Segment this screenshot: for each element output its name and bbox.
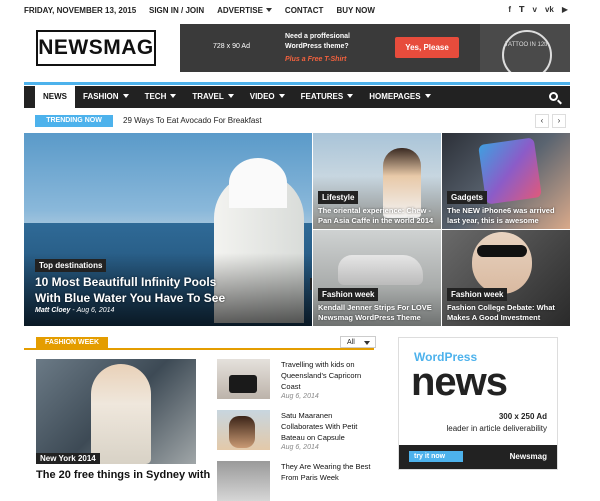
ad-news-text: news <box>411 360 508 404</box>
twitter-icon[interactable]: 𝗧 <box>519 5 524 14</box>
phone-image <box>478 137 542 205</box>
search-icon[interactable] <box>549 92 558 101</box>
nav-homepages[interactable]: HOMEPAGES <box>361 86 438 108</box>
section-label: FASHION WEEK <box>36 337 108 348</box>
car-image <box>338 255 423 285</box>
prev-arrow-icon[interactable]: ‹ <box>535 114 549 128</box>
youtube-icon[interactable]: ▶ <box>562 5 568 14</box>
nav-tech[interactable]: TECH <box>137 86 185 108</box>
try-it-now-button[interactable]: try it now <box>409 451 463 462</box>
advertise-link[interactable]: ADVERTISE <box>217 6 272 15</box>
vimeo-icon[interactable]: v <box>532 5 536 14</box>
comment-count: 3 <box>310 278 312 290</box>
top-bar: FRIDAY, NOVEMBER 13, 2015 SIGN IN / JOIN… <box>0 0 600 20</box>
category-badge[interactable]: New York 2014 <box>36 453 100 464</box>
author-name[interactable]: Matt Cloey <box>35 307 70 314</box>
ad-headline: Need a proffesional WordPress theme? <box>285 33 350 50</box>
tile-title: Newsmag WordPress Theme <box>318 313 421 322</box>
nav-news[interactable]: NEWS <box>35 86 75 108</box>
trending-label: TRENDING NOW <box>35 115 113 127</box>
nav-travel[interactable]: TRAVEL <box>184 86 241 108</box>
category-badge[interactable]: Gadgets <box>447 191 488 204</box>
ad-yes-button[interactable]: Yes, Please <box>395 37 459 58</box>
section-main-title[interactable]: The 20 free things in Sydney with <box>36 469 210 481</box>
category-badge[interactable]: Lifestyle <box>318 191 359 204</box>
featured-title-1: 10 Most Beautifull Infinity Pools <box>35 275 217 289</box>
tshirt-image: TATTOO IN 12th <box>480 24 570 72</box>
church-dome <box>229 158 287 208</box>
sign-in-link[interactable]: SIGN IN / JOIN <box>149 6 204 15</box>
ad-subline: Plus a Free T-Shirt <box>285 56 347 63</box>
model-face <box>472 232 532 294</box>
ad-footer-bar: try it now Newsmag <box>399 445 557 469</box>
section-main-image[interactable]: New York 2014 <box>36 359 196 464</box>
header-ad-banner[interactable]: 728 x 90 Ad Need a proffesional WordPres… <box>180 24 570 72</box>
accent-divider <box>24 82 570 85</box>
featured-main-post[interactable]: 3 Top destinations 10 Most Beautifull In… <box>24 133 312 326</box>
post-byline: Matt Cloey - Aug 6, 2014 <box>35 307 115 314</box>
tile-title: The oriental experience: Chew - <box>318 206 431 215</box>
tile-gadgets[interactable]: Gadgets The NEW iPhone6 was arrived last… <box>442 133 570 229</box>
thumbnail <box>217 410 270 450</box>
sunglasses <box>477 245 527 257</box>
woman-figure <box>91 364 151 464</box>
buy-now-link[interactable]: BUY NOW <box>336 6 375 15</box>
main-nav: NEWS FASHION TECH TRAVEL VIDEO FEATURES … <box>24 86 570 108</box>
category-badge[interactable]: Fashion week <box>318 288 379 301</box>
tile-title: Pan Asia Caffe in the world 2014 <box>318 216 434 225</box>
top-links: SIGN IN / JOIN ADVERTISE CONTACT BUY NOW <box>149 6 375 15</box>
sidebar-ad[interactable]: WordPress news 300 x 250 Ad leader in ar… <box>398 337 558 470</box>
list-title: Satu Maaranen Collaborates With Petit Bate… <box>281 411 358 442</box>
list-title: Travelling with kids on Queensland's Capr… <box>281 360 362 391</box>
tile-title: Makes A Good Investment <box>447 313 541 322</box>
nav-features[interactable]: FEATURES <box>293 86 362 108</box>
vk-icon[interactable]: vk <box>545 5 554 14</box>
tile-title: Kendall Jenner Strips For LOVE <box>318 303 432 312</box>
filter-dropdown[interactable]: All <box>340 336 376 348</box>
trending-headline[interactable]: 29 Ways To Eat Avocado For Breakfast <box>123 116 262 125</box>
list-item[interactable]: They Are Wearing the Best From Paris Week <box>217 461 377 501</box>
social-icons: f 𝗧 v vk ▶ <box>508 5 568 14</box>
tile-title: The NEW iPhone6 was arrived <box>447 206 555 215</box>
list-date: Aug 6, 2014 <box>281 444 319 451</box>
tile-fashion-2[interactable]: Fashion week Fashion College Debate: Wha… <box>442 230 570 326</box>
tile-title: last year, this is awesome <box>447 216 539 225</box>
list-item[interactable]: Satu Maaranen Collaborates With Petit Bate… <box>217 410 377 451</box>
tshirt-logo: TATTOO IN 12th <box>502 30 552 72</box>
ad-size-label: 728 x 90 Ad <box>213 43 250 50</box>
facebook-icon[interactable]: f <box>508 5 511 14</box>
category-badge[interactable]: Top destinations <box>35 259 107 272</box>
post-date: Aug 6, 2014 <box>76 307 115 314</box>
boots-image <box>229 375 257 393</box>
ad-size-label: 300 x 250 Ad <box>498 412 547 421</box>
next-arrow-icon[interactable]: › <box>552 114 566 128</box>
site-logo[interactable]: NEWSMAG <box>36 30 156 66</box>
ad-brand: Newsmag <box>509 452 547 461</box>
thumbnail <box>217 359 270 399</box>
list-date: Aug 6, 2014 <box>281 393 319 400</box>
tile-title: Fashion College Debate: What <box>447 303 555 312</box>
category-badge[interactable]: Fashion week <box>447 288 508 301</box>
thumbnail <box>217 461 270 501</box>
tile-lifestyle[interactable]: Lifestyle The oriental experience: Chew … <box>313 133 441 229</box>
section-divider <box>24 348 374 350</box>
tile-fashion-1[interactable]: Fashion week Kendall Jenner Strips For L… <box>313 230 441 326</box>
nav-video[interactable]: VIDEO <box>242 86 293 108</box>
current-date: FRIDAY, NOVEMBER 13, 2015 <box>24 6 137 15</box>
featured-title-2: With Blue Water You Have To See <box>35 291 226 305</box>
list-item[interactable]: Travelling with kids on Queensland's Capr… <box>217 359 377 400</box>
trending-bar: TRENDING NOW 29 Ways To Eat Avocado For … <box>24 112 570 130</box>
nav-fashion[interactable]: FASHION <box>75 86 137 108</box>
guitar-girl-image <box>229 416 255 448</box>
contact-link[interactable]: CONTACT <box>285 6 324 15</box>
ad-slogan: leader in article deliverability <box>446 424 548 433</box>
